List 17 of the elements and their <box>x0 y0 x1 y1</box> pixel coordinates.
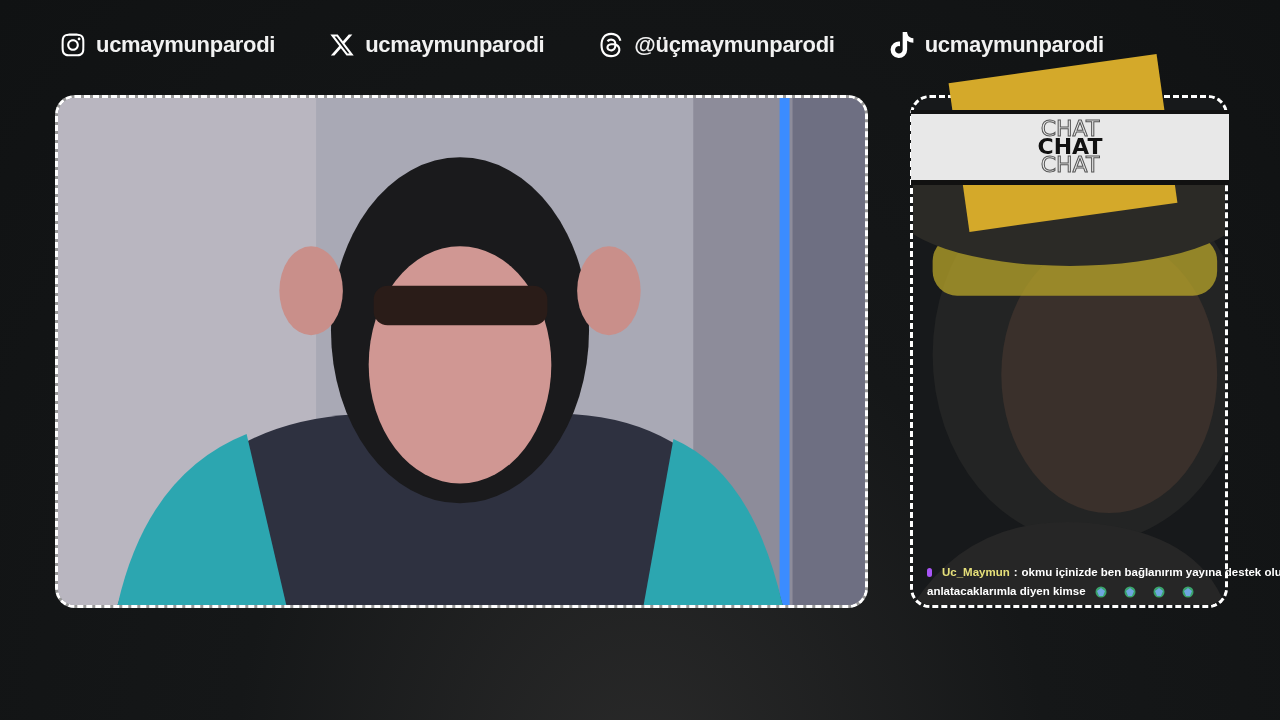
social-handle: ucmaymunparodi <box>365 32 545 58</box>
instagram-icon <box>60 32 86 58</box>
globe-emote-icon <box>1181 585 1194 598</box>
chat-username: Uc_Maymun <box>942 565 1010 580</box>
globe-emote-icon <box>1123 585 1136 598</box>
chat-title: CHAT <box>1040 156 1100 174</box>
social-handle: ucmaymunparodi <box>924 32 1104 58</box>
tiktok-icon <box>888 32 915 58</box>
x-icon <box>329 32 356 58</box>
social-handle: @üçmaymunparodi <box>634 32 835 58</box>
social-handle: ucmaymunparodi <box>96 32 276 58</box>
chat-separator: : <box>1013 565 1018 580</box>
globe-emote-icon <box>1152 585 1165 598</box>
chat-message: anlatacaklarımla diyen kimse <box>927 584 1086 599</box>
chat-title: CHAT <box>1040 120 1100 138</box>
globe-emote-icon <box>1094 585 1107 598</box>
chat-title: CHAT <box>1037 138 1103 156</box>
